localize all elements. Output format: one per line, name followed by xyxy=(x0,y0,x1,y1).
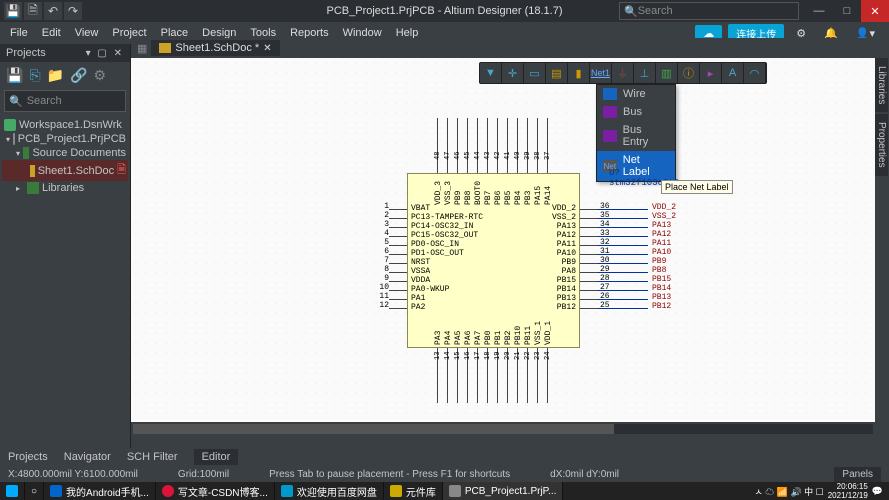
bottom-tab-schfilter[interactable]: SCH Filter xyxy=(119,449,186,465)
gnd-icon[interactable]: ⏚ xyxy=(612,63,634,83)
power-icon[interactable]: ⊥ xyxy=(634,63,656,83)
compile-icon[interactable]: ⎘ xyxy=(29,67,40,84)
document-tabs: ▦ Sheet1.SchDoc *✕ xyxy=(131,38,889,58)
folder-icon[interactable]: 📁 xyxy=(47,67,64,84)
status-delta: dX:0mil dY:0mil xyxy=(550,469,619,480)
draw-icon[interactable]: ◠ xyxy=(744,63,766,83)
place-tooltip: Place Net Label xyxy=(661,180,733,194)
notif-icon[interactable]: 💬 xyxy=(872,486,883,497)
bottom-tab-navigator[interactable]: Navigator xyxy=(56,449,119,465)
filter-icon[interactable]: ▼ xyxy=(480,63,502,83)
sheet-node[interactable]: Sheet1.SchDoc🗎 xyxy=(2,160,128,181)
project-node[interactable]: ▾PCB_Project1.PrjPCB xyxy=(2,132,128,146)
status-hint: Press Tab to pause placement - Press F1 … xyxy=(269,469,510,480)
netlabel-tool-button[interactable]: Net1 xyxy=(590,63,612,83)
task-item[interactable]: PCB_Project1.PrjP... xyxy=(443,482,564,500)
minimize-button[interactable]: — xyxy=(805,0,833,22)
align-icon[interactable]: ▤ xyxy=(546,63,568,83)
projects-tree: Workspace1.DsnWrk ▾PCB_Project1.PrjPCB ▾… xyxy=(0,114,130,199)
libraries-node[interactable]: ▸Libraries xyxy=(2,181,128,195)
close-button[interactable]: ✕ xyxy=(861,0,889,22)
designator[interactable]: U? xyxy=(609,168,620,178)
text-icon[interactable]: A xyxy=(722,63,744,83)
save-icon[interactable]: 💾 xyxy=(4,2,22,20)
title-bar: 💾 🗎 ↶ ↷ PCB_Project1.PrjPCB - Altium Des… xyxy=(0,0,889,22)
panel-controls[interactable]: ▾ ▢ ✕ xyxy=(86,48,124,59)
redo-icon[interactable]: ↷ xyxy=(64,2,82,20)
sheet-symbol-icon[interactable]: ▥ xyxy=(656,63,678,83)
task-item[interactable]: 我的Android手机... xyxy=(44,482,156,500)
task-item[interactable]: 欢迎使用百度网盘 xyxy=(275,482,384,500)
menu-edit[interactable]: Edit xyxy=(36,25,67,41)
select-rect-icon[interactable]: ▭ xyxy=(524,63,546,83)
task-item[interactable]: 写文章-CSDN博客... xyxy=(156,482,275,500)
place-bus[interactable]: Bus xyxy=(597,103,675,121)
panels-button[interactable]: Panels xyxy=(834,467,881,482)
probe-icon[interactable]: ▸ xyxy=(700,63,722,83)
windows-taskbar: ○ 我的Android手机... 写文章-CSDN博客... 欢迎使用百度网盘 … xyxy=(0,482,889,500)
bottom-tabs: Projects Navigator SCH Filter Editor xyxy=(0,448,889,466)
app-title: PCB_Project1.PrjPCB - Altium Designer (1… xyxy=(327,5,563,17)
undo-icon[interactable]: ↶ xyxy=(44,2,62,20)
libraries-tab[interactable]: Libraries xyxy=(875,58,888,112)
place-part-icon[interactable]: ▮ xyxy=(568,63,590,83)
save-all-icon[interactable]: 🗎 xyxy=(24,2,42,20)
status-coords: X:4800.000mil Y:6100.000mil xyxy=(8,469,138,480)
place-dropdown: Wire Bus Bus Entry NetNet Label xyxy=(596,84,676,182)
properties-tab[interactable]: Properties xyxy=(875,114,888,176)
search-win-icon[interactable]: ○ xyxy=(25,482,44,500)
directive-icon[interactable]: ⓘ xyxy=(678,63,700,83)
start-button[interactable] xyxy=(0,482,25,500)
place-wire[interactable]: Wire xyxy=(597,85,675,103)
close-tab-icon[interactable]: ✕ xyxy=(263,43,271,54)
schematic-canvas[interactable]: ▼ ✛ ▭ ▤ ▮ Net1 ⏚ ⊥ ▥ ⓘ ▸ A ◠ Wire Bus Bu… xyxy=(131,58,875,420)
maximize-button[interactable]: □ xyxy=(833,0,861,22)
menu-file[interactable]: File xyxy=(4,25,34,41)
status-grid: Grid:100mil xyxy=(178,469,229,480)
bottom-tab-projects[interactable]: Projects xyxy=(0,449,56,465)
menu-view[interactable]: View xyxy=(69,25,105,41)
projects-search-input[interactable]: 🔍 Search xyxy=(4,90,126,112)
task-item[interactable]: 元件库 xyxy=(384,482,443,500)
document-tab[interactable]: Sheet1.SchDoc *✕ xyxy=(151,40,279,56)
link-icon[interactable]: 🔗 xyxy=(70,67,87,84)
source-docs-node[interactable]: ▾Source Documents xyxy=(2,146,128,160)
tab-list-icon[interactable]: ▦ xyxy=(137,42,147,55)
system-tray[interactable]: ㅅ ☁ 📶 🔊 中 ☐ 20:06:152021/12/19 💬 xyxy=(754,482,889,500)
document-area: ▦ Sheet1.SchDoc *✕ ▼ ✛ ▭ ▤ ▮ Net1 ⏚ ⊥ ▥ … xyxy=(131,38,889,436)
h-scrollbar[interactable] xyxy=(131,422,875,436)
save-icon[interactable]: 💾 xyxy=(6,67,23,84)
active-bar: ▼ ✛ ▭ ▤ ▮ Net1 ⏚ ⊥ ▥ ⓘ ▸ A ◠ xyxy=(479,62,767,84)
status-bar: X:4800.000mil Y:6100.000mil Grid:100mil … xyxy=(0,466,889,482)
gear-icon[interactable]: ⚙ xyxy=(94,67,107,84)
projects-panel: Projects ▾ ▢ ✕ 💾 ⎘ 📁 🔗 ⚙ 🔍 Search Worksp… xyxy=(0,44,131,460)
projects-panel-header: Projects ▾ ▢ ✕ xyxy=(0,44,130,62)
clock: 20:06:152021/12/19 xyxy=(828,482,868,500)
schematic-icon xyxy=(159,43,171,53)
workspace-node[interactable]: Workspace1.DsnWrk xyxy=(2,118,128,132)
right-panel-tabs: Libraries Properties xyxy=(875,58,889,456)
place-bus-entry[interactable]: Bus Entry xyxy=(597,121,675,151)
move-icon[interactable]: ✛ xyxy=(502,63,524,83)
bottom-tab-editor[interactable]: Editor xyxy=(194,449,239,465)
projects-toolbar: 💾 ⎘ 📁 🔗 ⚙ xyxy=(0,62,130,88)
global-search-input[interactable]: 🔍 Search xyxy=(619,2,799,20)
